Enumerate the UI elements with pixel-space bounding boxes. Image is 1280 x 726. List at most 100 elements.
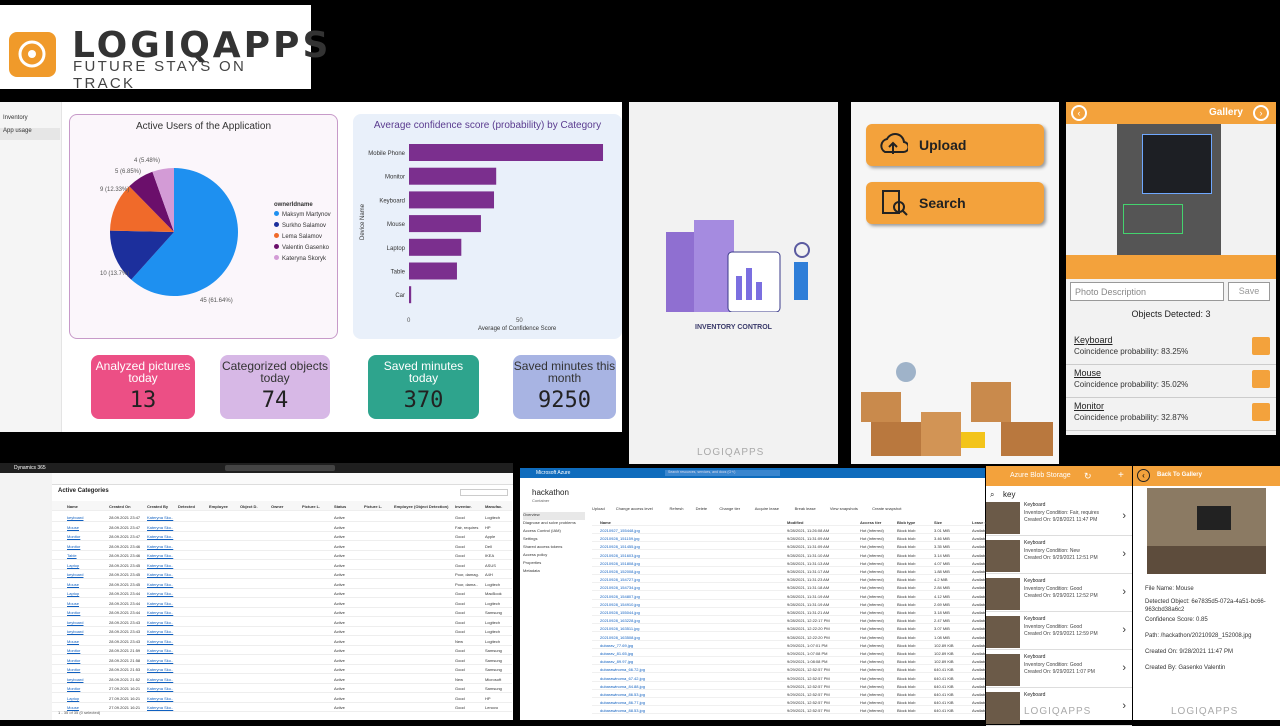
blob-row[interactable]: dubarawinoma_88.53.jpg 9/29/2021, 12:52:5… — [592, 706, 988, 715]
blob-row[interactable]: 20210928_163228.jpg 9/28/2021, 12:22:17 P… — [592, 616, 988, 625]
blob-row[interactable]: 20210927_155448.jpg 9/28/2021, 11:26:08 A… — [592, 526, 988, 534]
toolbar-button[interactable]: Refresh — [670, 506, 684, 511]
table-row[interactable]: Mouse 28.09.2021 23:45 Kateryna Sko.. Activ… — [52, 579, 512, 589]
detected-item[interactable]: Monitor Coincidence probability: 32.87% — [1066, 401, 1276, 431]
azure-menu-item[interactable]: Settings — [523, 536, 585, 544]
column-header[interactable]: Modified — [787, 520, 803, 525]
column-header[interactable]: Object D. — [240, 504, 258, 509]
save-icon[interactable] — [1252, 403, 1270, 421]
blob-row[interactable]: 20210928_152008.jpg 9/28/2021, 11:31:17 A… — [592, 567, 988, 575]
refresh-icon[interactable]: ↻ — [1084, 471, 1092, 482]
blob-row[interactable]: 20210928_151159.jpg 9/28/2021, 11:31:09 A… — [592, 534, 988, 543]
blob-item[interactable]: Keyboard Inventory Condition: Good Created… — [986, 652, 1132, 688]
dynamics-search[interactable] — [225, 465, 335, 471]
blob-item[interactable]: Keyboard Inventory Condition: Good Created… — [986, 576, 1132, 612]
blob-row[interactable]: 20210928_154910.jpg 9/28/2021, 11:31:19 A… — [592, 600, 988, 608]
column-header[interactable]: Detected — [178, 504, 195, 509]
table-row[interactable]: Mouse 27.09.2021 16:21 Kateryna Sko.. Activ… — [52, 702, 512, 712]
table-row[interactable]: Monitor 28.09.2021 21:59 Kateryna Sko.. Act… — [52, 645, 512, 655]
table-row[interactable]: Monitor 28.09.2021 21:58 Kateryna Sko.. Act… — [52, 655, 512, 665]
table-row[interactable]: keyboard 28.09.2021 23:47 Kateryna Sko.. Ac… — [52, 512, 512, 522]
table-row[interactable]: Monitor 28.09.2021 23:47 Kateryna Sko.. Act… — [52, 531, 512, 541]
table-row[interactable]: keyboard 28.09.2021 21:52 Kateryna Sko.. Ac… — [52, 674, 512, 684]
azure-search[interactable]: Search resources, services, and docs (G+… — [665, 470, 780, 476]
azure-menu-item[interactable]: Diagnose and solve problems — [523, 520, 585, 528]
nav-app-usage[interactable]: App usage — [0, 128, 60, 140]
save-icon[interactable] — [1252, 337, 1270, 355]
column-header[interactable]: Name — [600, 520, 611, 525]
filter-input[interactable] — [460, 489, 508, 496]
blob-row[interactable]: dubarav_77.69.jpg 9/29/2021, 1:07:01 PM Ho… — [592, 641, 988, 649]
table-row[interactable]: Monitor 28.09.2021 23:46 Kateryna Sko.. Act… — [52, 541, 512, 551]
table-row[interactable]: Mouse 28.09.2021 23:43 Kateryna Sko.. Activ… — [52, 636, 512, 646]
table-row[interactable]: Laptop 27.09.2021 16:21 Kateryna Sko.. Acti… — [52, 693, 512, 703]
blob-row[interactable]: 20210928_154807.jpg 9/28/2021, 11:31:19 A… — [592, 592, 988, 600]
azure-menu-item[interactable]: Metadata — [523, 568, 585, 576]
blob-row[interactable]: dubarawinoma_66.72.jpg 9/29/2021, 12:52:5… — [592, 665, 988, 674]
forward-arrow-icon[interactable]: › — [1253, 105, 1269, 121]
table-row[interactable]: keyboard 28.09.2021 23:43 Kateryna Sko.. Ac… — [52, 626, 512, 636]
column-header[interactable]: Size — [934, 520, 942, 525]
table-row[interactable]: keyboard 28.09.2021 23:45 Kateryna Sko.. Ac… — [52, 569, 512, 579]
azure-menu-item[interactable]: Access policy — [523, 552, 585, 560]
blob-item[interactable]: Keyboard Inventory Condition: Fair, requi… — [986, 500, 1132, 536]
detected-item[interactable]: Keyboard Coincidence probability: 83.25% — [1066, 335, 1276, 365]
toolbar-button[interactable]: Change tier — [719, 506, 740, 511]
blob-row[interactable]: dubarawinoma_67.42.jpg 9/29/2021, 12:52:5… — [592, 674, 988, 682]
blob-row[interactable]: 20210928_151808.jpg 9/28/2021, 11:31:13 A… — [592, 559, 988, 567]
blob-row[interactable]: 20210928_155044.jpg 9/28/2021, 11:31:21 A… — [592, 608, 988, 616]
save-button[interactable]: Save — [1228, 282, 1270, 301]
photo-description-input[interactable]: Photo Description — [1070, 282, 1224, 301]
table-row[interactable]: Laptop 28.09.2021 23:44 Kateryna Sko.. Acti… — [52, 588, 512, 598]
column-header[interactable]: Created On — [109, 504, 131, 509]
detected-item[interactable]: Mouse Coincidence probability: 35.02% — [1066, 368, 1276, 398]
column-header[interactable]: Owner — [271, 504, 283, 509]
blob-search-input[interactable]: key — [1003, 490, 1015, 499]
column-header[interactable]: Picture L. — [302, 504, 320, 509]
blob-row[interactable]: 20210928_151455.jpg 9/28/2021, 11:31:09 A… — [592, 542, 988, 551]
toolbar-button[interactable]: Upload — [592, 506, 605, 511]
column-header[interactable]: Employee (Object Detection) — [394, 504, 448, 509]
blob-row[interactable]: dubarawinoma_84.88.jpg 9/29/2021, 12:52:5… — [592, 682, 988, 690]
azure-menu-item[interactable]: Shared access tokens — [523, 544, 585, 552]
azure-menu-item[interactable]: Properties — [523, 560, 585, 568]
table-row[interactable]: Table 28.09.2021 23:46 Kateryna Sko.. Activ… — [52, 550, 512, 560]
table-row[interactable]: Monitor 28.09.2021 21:53 Kateryna Sko.. Act… — [52, 664, 512, 674]
add-icon[interactable]: + — [1118, 470, 1124, 481]
table-row[interactable]: keyboard 28.09.2021 23:43 Kateryna Sko.. Ac… — [52, 617, 512, 627]
back-arrow-icon[interactable]: ‹ — [1137, 469, 1150, 482]
toolbar-button[interactable]: View snapshots — [830, 506, 858, 511]
azure-menu-item[interactable]: Access Control (IAM) — [523, 528, 585, 536]
column-header[interactable]: Employee — [209, 504, 228, 509]
blob-item[interactable]: Keyboard Inventory Condition: Good Created… — [986, 614, 1132, 650]
column-header[interactable]: Status — [334, 504, 346, 509]
blob-row[interactable]: dubarav_81.65.jpg 9/29/2021, 1:07:08 PM Ho… — [592, 649, 988, 657]
upload-button[interactable]: Upload — [866, 124, 1044, 166]
toolbar-button[interactable]: Create snapshot — [872, 506, 901, 511]
blob-row[interactable]: 20210928_163508.jpg 9/28/2021, 12:22:20 P… — [592, 633, 988, 641]
table-row[interactable]: Monitor 28.09.2021 23:44 Kateryna Sko.. Act… — [52, 607, 512, 617]
toolbar-button[interactable]: Change access level — [616, 506, 653, 511]
table-row[interactable]: Laptop 28.09.2021 23:45 Kateryna Sko.. Acti… — [52, 560, 512, 570]
table-row[interactable]: Mouse 28.09.2021 23:44 Kateryna Sko.. Activ… — [52, 598, 512, 608]
blob-row[interactable]: dubarav_89.97.jpg 9/29/2021, 1:08:08 PM Ho… — [592, 657, 988, 666]
search-button[interactable]: Search — [866, 182, 1044, 224]
blob-row[interactable]: 20210928_154727.jpg 9/28/2021, 11:31:23 A… — [592, 575, 988, 584]
blob-row[interactable]: 20210928_163511.jpg 9/28/2021, 12:22:20 P… — [592, 624, 988, 633]
column-header[interactable]: Blob type — [897, 520, 915, 525]
blob-row[interactable]: 20210928_151603.jpg 9/28/2021, 11:31:10 A… — [592, 551, 988, 559]
table-row[interactable]: Mouse 28.09.2021 23:47 Kateryna Sko.. Activ… — [52, 522, 512, 532]
gallery-photo[interactable] — [1117, 124, 1221, 255]
blob-item[interactable]: Keyboard Inventory Condition: New Created … — [986, 538, 1132, 574]
back-arrow-icon[interactable]: ‹ — [1071, 105, 1087, 121]
azure-menu-item[interactable]: Overview — [523, 512, 585, 520]
column-header[interactable]: Manufac. — [485, 504, 502, 509]
column-header[interactable]: Inventor. — [455, 504, 472, 509]
column-header[interactable]: Picture L. — [364, 504, 382, 509]
blob-row[interactable]: dubarawinoma_86.53.jpg 9/29/2021, 12:52:5… — [592, 690, 988, 698]
toolbar-button[interactable]: Break lease — [795, 506, 816, 511]
table-row[interactable]: Monitor 27.09.2021 16:21 Kateryna Sko.. Act… — [52, 683, 512, 693]
blob-row[interactable]: 20210928_154734.jpg 9/28/2021, 11:31:18 A… — [592, 583, 988, 592]
toolbar-button[interactable]: Delete — [696, 506, 708, 511]
column-header[interactable]: Access tier — [860, 520, 881, 525]
